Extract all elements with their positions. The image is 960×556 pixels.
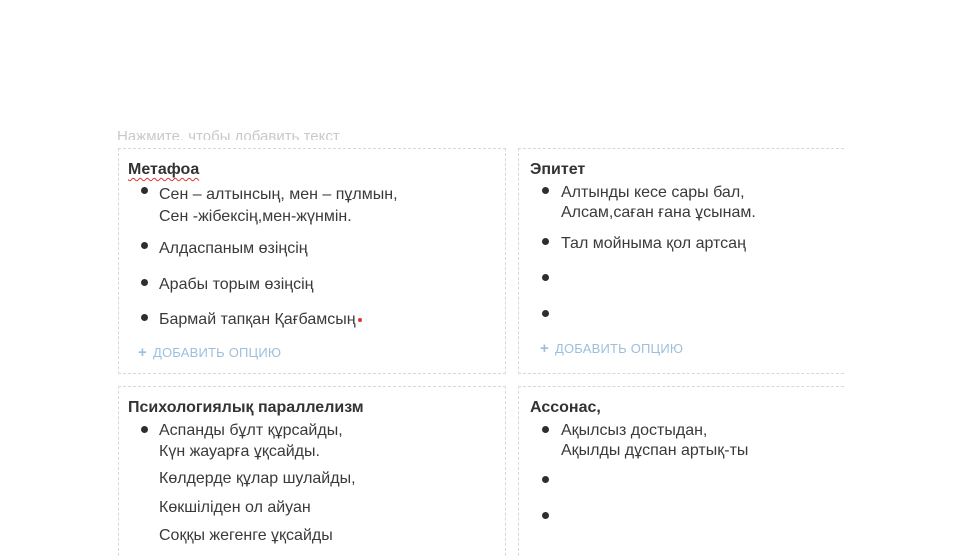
bullet-icon bbox=[141, 187, 148, 194]
bullet-icon bbox=[542, 274, 549, 281]
add-option-label: ДОБАВИТЬ ОПЦИЮ bbox=[554, 341, 684, 356]
bullet-icon bbox=[141, 242, 148, 249]
bullet-icon bbox=[542, 512, 549, 519]
bullet-icon bbox=[141, 426, 148, 433]
bullet-icon bbox=[542, 426, 549, 433]
placeholder-hint[interactable]: Нажмите, чтобы добавить текст bbox=[117, 124, 340, 140]
parallelism-line-3[interactable]: Көлдерде құлар шулайды, bbox=[159, 468, 356, 489]
bullet-icon bbox=[542, 310, 549, 317]
metaphor-item-4[interactable]: Бармай тапқан Қағбамсың bbox=[159, 309, 362, 330]
plus-icon: + bbox=[540, 340, 549, 357]
bullet-icon bbox=[542, 476, 549, 483]
card-parallelism-title[interactable]: Психологиялық параллелизм bbox=[128, 399, 364, 417]
bullet-icon bbox=[141, 279, 148, 286]
epithet-item-2[interactable]: Тал мойныма қол артсаң bbox=[561, 233, 746, 254]
parallelism-item-1[interactable]: Аспанды бұлт құрсайды, bbox=[159, 420, 343, 441]
bullet-icon bbox=[542, 238, 549, 245]
card-metaphor-title[interactable]: Метафоа bbox=[128, 161, 199, 179]
metaphor-item-1-line2[interactable]: Сен -жібексің,мен-жүнмін. bbox=[159, 206, 352, 227]
parallelism-line-5[interactable]: Соққы жегенге ұқсайды bbox=[159, 525, 333, 546]
card-epithet-title[interactable]: Эпитет bbox=[530, 161, 585, 179]
metaphor-item-1[interactable]: Сен – алтынсың, мен – пұлмын, bbox=[159, 184, 398, 205]
bullet-icon bbox=[141, 314, 148, 321]
spell-mark-icon bbox=[357, 317, 362, 322]
assonance-item-1-line2[interactable]: Ақылды дұспан артық-ты bbox=[561, 440, 748, 461]
epithet-item-1[interactable]: Алтынды кесе сары бал, bbox=[561, 182, 745, 203]
add-option-button[interactable]: + ДОБАВИТЬ ОПЦИЮ bbox=[138, 344, 281, 361]
metaphor-item-3[interactable]: Арабы торым өзіңсің bbox=[159, 274, 313, 295]
card-assonance-title[interactable]: Ассонас, bbox=[530, 399, 601, 417]
card-metaphor[interactable] bbox=[118, 148, 506, 374]
plus-icon: + bbox=[138, 344, 147, 361]
parallelism-item-1-line2[interactable]: Күн жауарға ұқсайды. bbox=[159, 441, 320, 462]
add-option-button[interactable]: + ДОБАВИТЬ ОПЦИЮ bbox=[540, 340, 683, 357]
epithet-item-1-line2[interactable]: Алсам,саған ғана ұсынам. bbox=[561, 202, 756, 223]
bullet-icon bbox=[542, 187, 549, 194]
parallelism-line-4[interactable]: Көкшіліден ол айуан bbox=[159, 497, 311, 518]
add-option-label: ДОБАВИТЬ ОПЦИЮ bbox=[152, 345, 282, 360]
metaphor-item-2[interactable]: Алдаспаным өзіңсің bbox=[159, 238, 308, 259]
assonance-item-1[interactable]: Ақылсыз достыдан, bbox=[561, 420, 707, 441]
